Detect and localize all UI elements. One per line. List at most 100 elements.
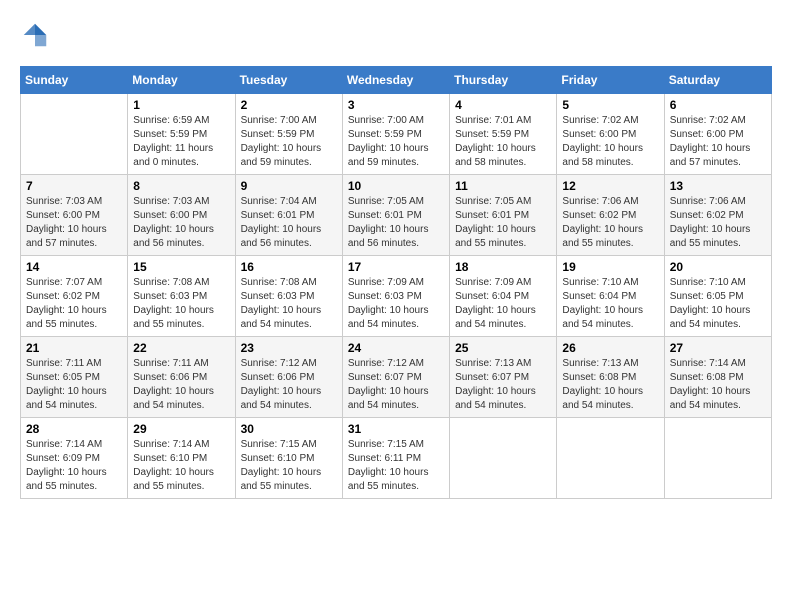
day-info: Sunrise: 7:11 AM Sunset: 6:06 PM Dayligh… xyxy=(133,357,229,413)
day-number: 25 xyxy=(455,341,551,355)
page-header xyxy=(20,20,772,50)
day-number: 14 xyxy=(26,260,122,274)
day-info: Sunrise: 7:15 AM Sunset: 6:10 PM Dayligh… xyxy=(241,438,337,494)
calendar-cell: 21Sunrise: 7:11 AM Sunset: 6:05 PM Dayli… xyxy=(21,337,128,418)
calendar-cell: 18 Sunrise: 7:09 AM Sunset: 6:04 PM Dayli… xyxy=(450,256,557,337)
logo-icon xyxy=(20,20,50,50)
day-info: Sunrise: 7:00 AM Sunset: 5:59 PM Dayligh… xyxy=(241,114,337,170)
day-info: Sunrise: 7:11 AM Sunset: 6:05 PM Dayligh… xyxy=(26,357,122,413)
day-info: Sunrise: 7:08 AM Sunset: 6:03 PM Dayligh… xyxy=(241,276,337,332)
calendar-cell: 10 Sunrise: 7:05 AM Sunset: 6:01 PM Dayli… xyxy=(342,175,449,256)
day-number: 6 xyxy=(670,98,766,112)
day-number: 8 xyxy=(133,179,229,193)
day-info: Sunrise: 7:01 AM Sunset: 5:59 PM Dayligh… xyxy=(455,114,551,170)
day-number: 24 xyxy=(348,341,444,355)
day-number: 5 xyxy=(562,98,658,112)
day-number: 3 xyxy=(348,98,444,112)
calendar-cell: 28 Sunrise: 7:14 AM Sunset: 6:09 PM Dayli… xyxy=(21,418,128,499)
calendar-week-4: 21Sunrise: 7:11 AM Sunset: 6:05 PM Dayli… xyxy=(21,337,772,418)
calendar-cell: 14 Sunrise: 7:07 AM Sunset: 6:02 PM Dayli… xyxy=(21,256,128,337)
calendar-cell: 12 Sunrise: 7:06 AM Sunset: 6:02 PM Dayli… xyxy=(557,175,664,256)
calendar-week-1: 1 Sunrise: 6:59 AM Sunset: 5:59 PM Daylig… xyxy=(21,94,772,175)
calendar-cell: 23 Sunrise: 7:12 AM Sunset: 6:06 PM Dayli… xyxy=(235,337,342,418)
logo xyxy=(20,20,56,50)
calendar-cell: 9 Sunrise: 7:04 AM Sunset: 6:01 PM Daylig… xyxy=(235,175,342,256)
day-info: Sunrise: 7:09 AM Sunset: 6:04 PM Dayligh… xyxy=(455,276,551,332)
day-number: 9 xyxy=(241,179,337,193)
day-info: Sunrise: 7:15 AM Sunset: 6:11 PM Dayligh… xyxy=(348,438,444,494)
day-number: 11 xyxy=(455,179,551,193)
day-number: 22 xyxy=(133,341,229,355)
day-number: 16 xyxy=(241,260,337,274)
day-number: 2 xyxy=(241,98,337,112)
col-header-thursday: Thursday xyxy=(450,67,557,94)
day-info: Sunrise: 7:00 AM Sunset: 5:59 PM Dayligh… xyxy=(348,114,444,170)
day-number: 18 xyxy=(455,260,551,274)
day-info: Sunrise: 7:13 AM Sunset: 6:07 PM Dayligh… xyxy=(455,357,551,413)
day-info: Sunrise: 7:05 AM Sunset: 6:01 PM Dayligh… xyxy=(455,195,551,251)
calendar-cell: 4Sunrise: 7:01 AM Sunset: 5:59 PM Daylig… xyxy=(450,94,557,175)
col-header-monday: Monday xyxy=(128,67,235,94)
calendar-cell: 13Sunrise: 7:06 AM Sunset: 6:02 PM Dayli… xyxy=(664,175,771,256)
col-header-friday: Friday xyxy=(557,67,664,94)
calendar-cell: 17 Sunrise: 7:09 AM Sunset: 6:03 PM Dayli… xyxy=(342,256,449,337)
calendar-cell: 26 Sunrise: 7:13 AM Sunset: 6:08 PM Dayli… xyxy=(557,337,664,418)
calendar-cell: 3 Sunrise: 7:00 AM Sunset: 5:59 PM Daylig… xyxy=(342,94,449,175)
day-info: Sunrise: 7:09 AM Sunset: 6:03 PM Dayligh… xyxy=(348,276,444,332)
day-info: Sunrise: 7:06 AM Sunset: 6:02 PM Dayligh… xyxy=(562,195,658,251)
day-info: Sunrise: 7:04 AM Sunset: 6:01 PM Dayligh… xyxy=(241,195,337,251)
calendar-cell xyxy=(450,418,557,499)
header-row: SundayMondayTuesdayWednesdayThursdayFrid… xyxy=(21,67,772,94)
day-number: 17 xyxy=(348,260,444,274)
day-number: 19 xyxy=(562,260,658,274)
day-info: Sunrise: 7:12 AM Sunset: 6:06 PM Dayligh… xyxy=(241,357,337,413)
day-number: 15 xyxy=(133,260,229,274)
calendar-cell xyxy=(21,94,128,175)
day-info: Sunrise: 7:08 AM Sunset: 6:03 PM Dayligh… xyxy=(133,276,229,332)
day-info: Sunrise: 7:14 AM Sunset: 6:10 PM Dayligh… xyxy=(133,438,229,494)
calendar-cell: 27Sunrise: 7:14 AM Sunset: 6:08 PM Dayli… xyxy=(664,337,771,418)
day-info: Sunrise: 7:07 AM Sunset: 6:02 PM Dayligh… xyxy=(26,276,122,332)
day-info: Sunrise: 7:02 AM Sunset: 6:00 PM Dayligh… xyxy=(670,114,766,170)
col-header-saturday: Saturday xyxy=(664,67,771,94)
day-info: Sunrise: 6:59 AM Sunset: 5:59 PM Dayligh… xyxy=(133,114,229,170)
calendar-cell: 25 Sunrise: 7:13 AM Sunset: 6:07 PM Dayli… xyxy=(450,337,557,418)
calendar-cell xyxy=(664,418,771,499)
calendar-cell: 31 Sunrise: 7:15 AM Sunset: 6:11 PM Dayli… xyxy=(342,418,449,499)
day-number: 1 xyxy=(133,98,229,112)
day-info: Sunrise: 7:13 AM Sunset: 6:08 PM Dayligh… xyxy=(562,357,658,413)
day-number: 10 xyxy=(348,179,444,193)
calendar-cell: 22 Sunrise: 7:11 AM Sunset: 6:06 PM Dayli… xyxy=(128,337,235,418)
day-info: Sunrise: 7:10 AM Sunset: 6:05 PM Dayligh… xyxy=(670,276,766,332)
calendar-cell: 24 Sunrise: 7:12 AM Sunset: 6:07 PM Dayli… xyxy=(342,337,449,418)
day-info: Sunrise: 7:14 AM Sunset: 6:09 PM Dayligh… xyxy=(26,438,122,494)
calendar-cell: 30 Sunrise: 7:15 AM Sunset: 6:10 PM Dayli… xyxy=(235,418,342,499)
day-info: Sunrise: 7:03 AM Sunset: 6:00 PM Dayligh… xyxy=(26,195,122,251)
calendar-week-3: 14 Sunrise: 7:07 AM Sunset: 6:02 PM Dayli… xyxy=(21,256,772,337)
day-number: 31 xyxy=(348,422,444,436)
day-number: 13 xyxy=(670,179,766,193)
calendar-cell: 5Sunrise: 7:02 AM Sunset: 6:00 PM Daylig… xyxy=(557,94,664,175)
day-number: 7 xyxy=(26,179,122,193)
calendar-week-2: 7 Sunrise: 7:03 AM Sunset: 6:00 PM Daylig… xyxy=(21,175,772,256)
day-info: Sunrise: 7:14 AM Sunset: 6:08 PM Dayligh… xyxy=(670,357,766,413)
day-info: Sunrise: 7:12 AM Sunset: 6:07 PM Dayligh… xyxy=(348,357,444,413)
col-header-wednesday: Wednesday xyxy=(342,67,449,94)
day-number: 30 xyxy=(241,422,337,436)
calendar-cell: 7 Sunrise: 7:03 AM Sunset: 6:00 PM Daylig… xyxy=(21,175,128,256)
day-info: Sunrise: 7:05 AM Sunset: 6:01 PM Dayligh… xyxy=(348,195,444,251)
col-header-sunday: Sunday xyxy=(21,67,128,94)
calendar-cell: 20 Sunrise: 7:10 AM Sunset: 6:05 PM Dayli… xyxy=(664,256,771,337)
day-number: 26 xyxy=(562,341,658,355)
col-header-tuesday: Tuesday xyxy=(235,67,342,94)
day-number: 23 xyxy=(241,341,337,355)
day-number: 29 xyxy=(133,422,229,436)
calendar-table: SundayMondayTuesdayWednesdayThursdayFrid… xyxy=(20,66,772,499)
calendar-cell: 2 Sunrise: 7:00 AM Sunset: 5:59 PM Daylig… xyxy=(235,94,342,175)
calendar-cell: 15 Sunrise: 7:08 AM Sunset: 6:03 PM Dayli… xyxy=(128,256,235,337)
day-number: 20 xyxy=(670,260,766,274)
calendar-cell: 8Sunrise: 7:03 AM Sunset: 6:00 PM Daylig… xyxy=(128,175,235,256)
calendar-body: 1 Sunrise: 6:59 AM Sunset: 5:59 PM Daylig… xyxy=(21,94,772,499)
day-number: 12 xyxy=(562,179,658,193)
day-number: 28 xyxy=(26,422,122,436)
